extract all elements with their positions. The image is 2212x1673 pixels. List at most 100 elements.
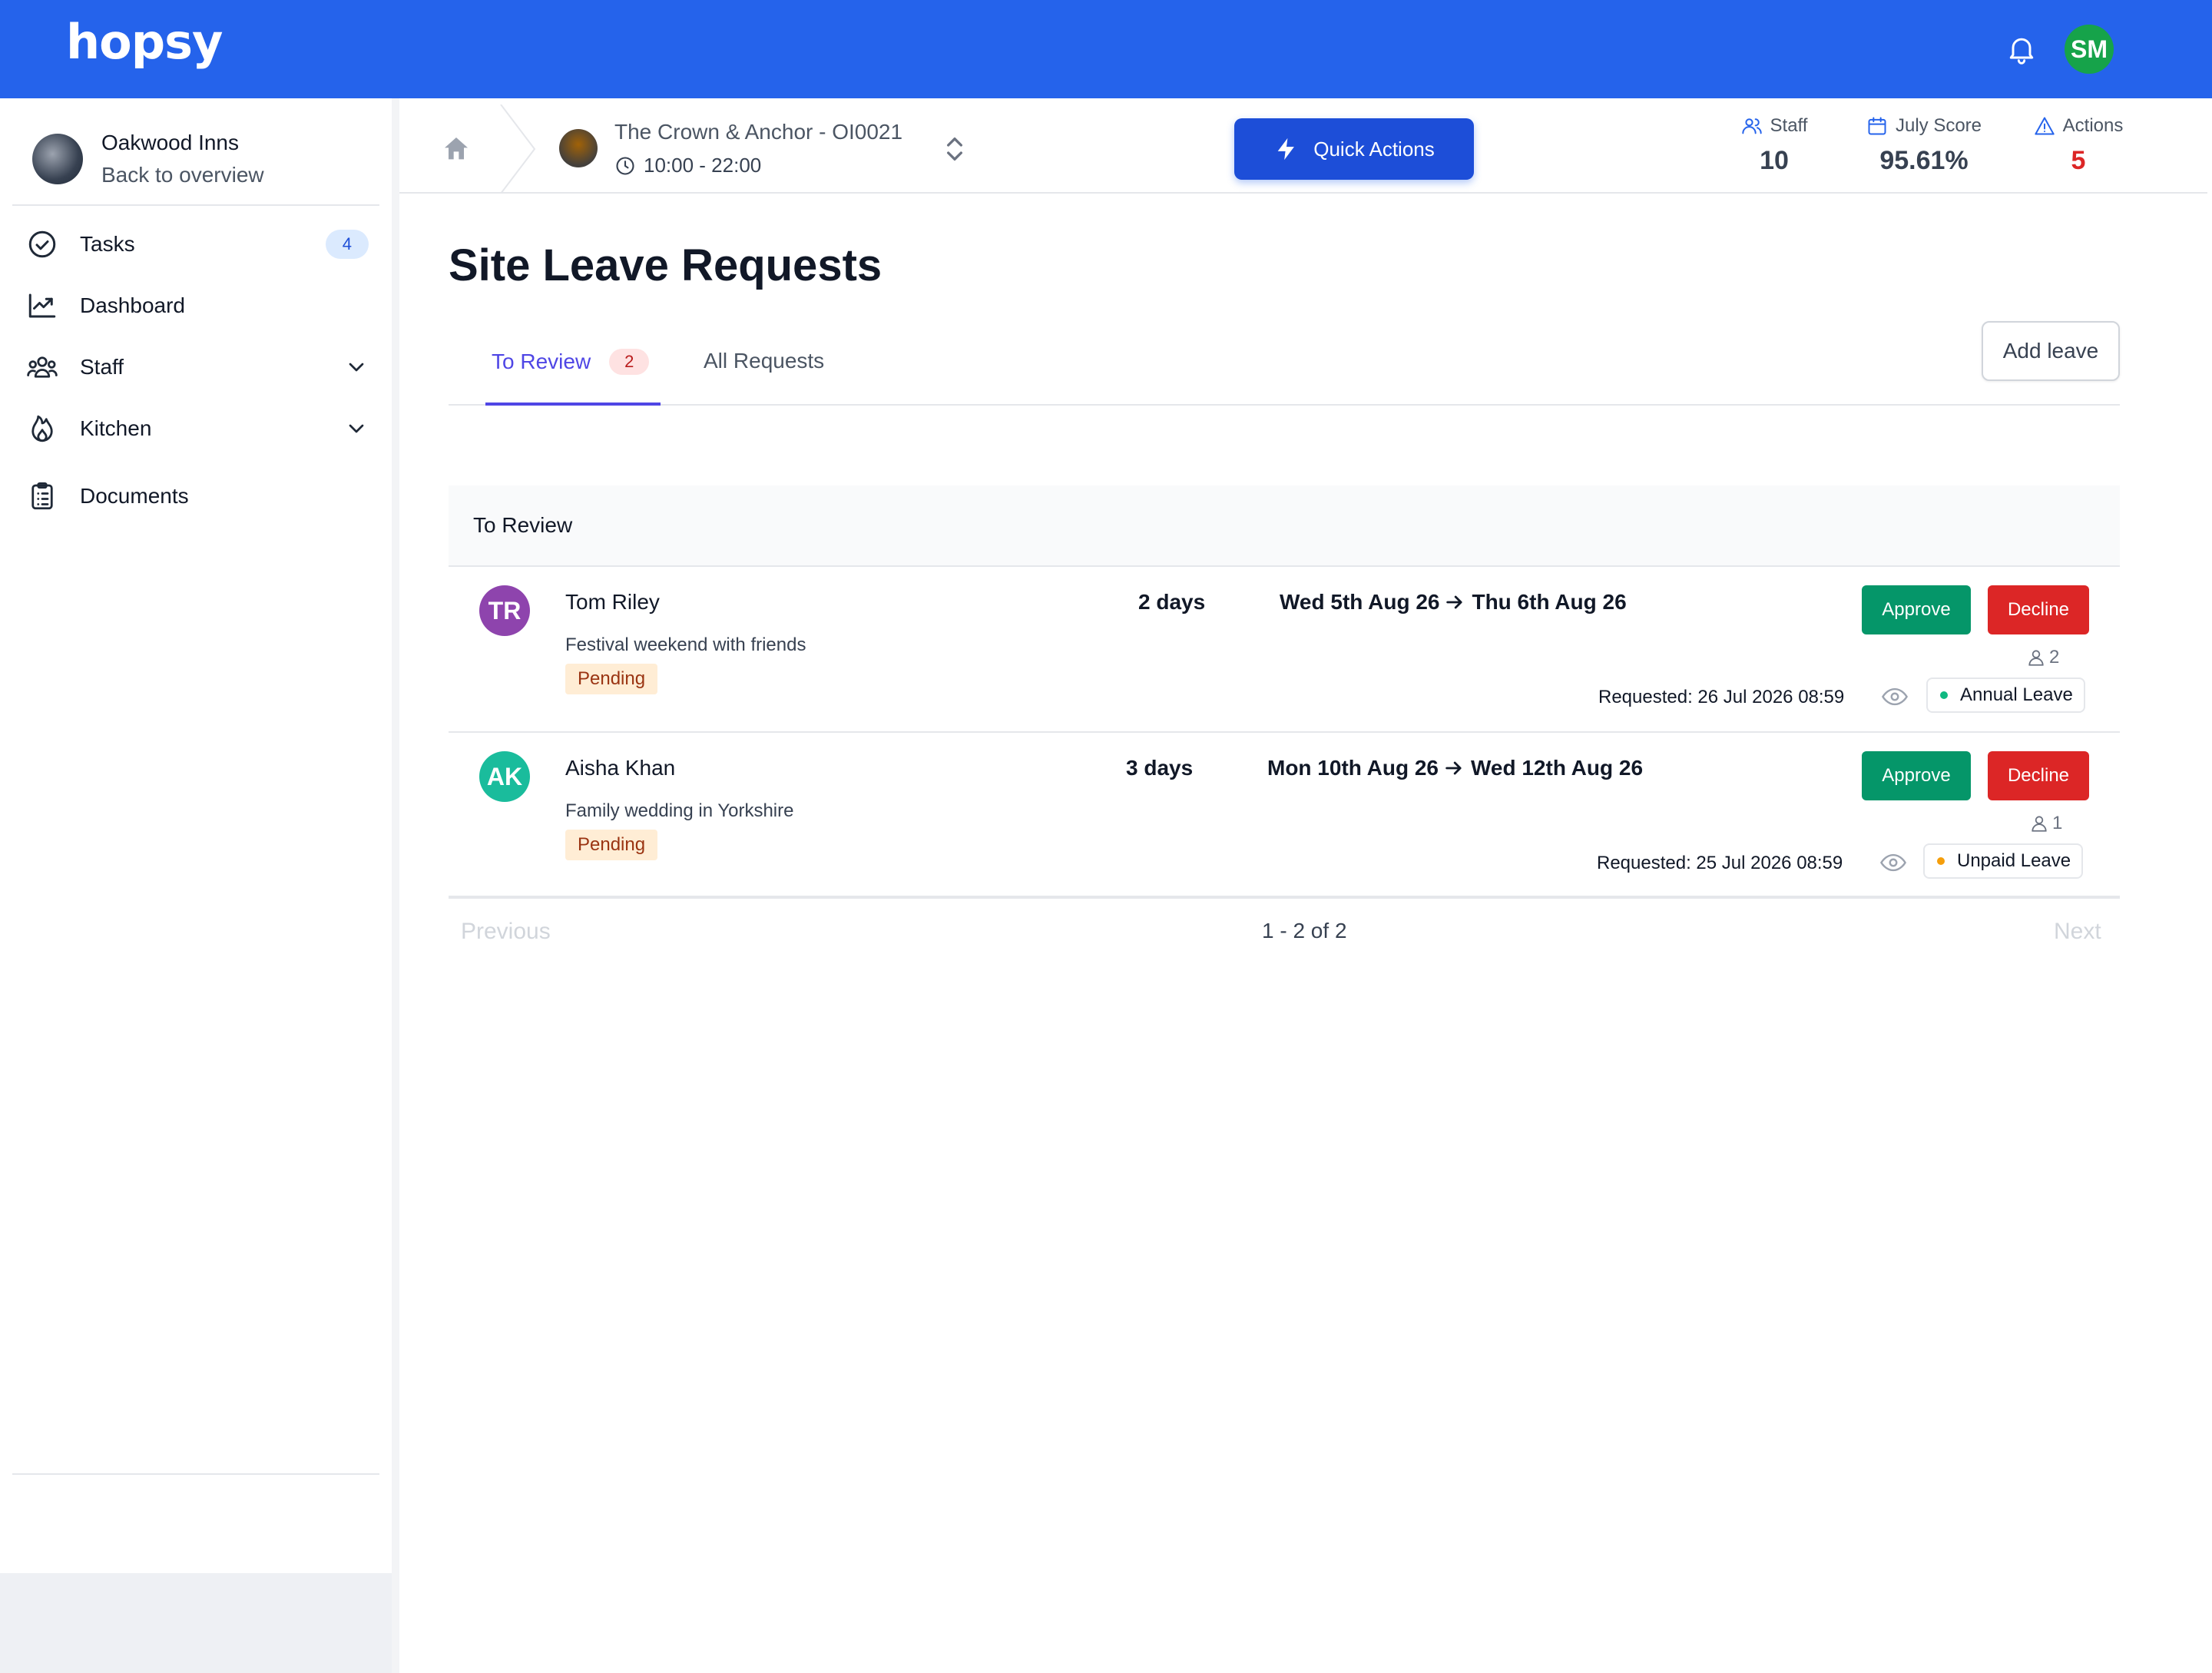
arrow-right-icon (1445, 761, 1462, 775)
next-page-button[interactable]: Next (2054, 919, 2101, 945)
leave-date-range: Wed 5th Aug 26 Thu 6th Aug 26 (1280, 590, 1627, 615)
stat-label: Actions (2062, 115, 2124, 136)
chevron-down-icon[interactable] (344, 416, 369, 441)
users-icon (1741, 118, 1762, 134)
site-header: The Crown & Anchor - OI0021 10:00 - 22:0… (399, 104, 2207, 194)
clipboard-icon (31, 482, 53, 510)
flame-icon (31, 415, 53, 442)
status-badge: Pending (565, 830, 658, 860)
tab-label: To Review (492, 350, 591, 373)
previous-page-button[interactable]: Previous (461, 919, 551, 945)
status-badge: Pending (565, 664, 658, 694)
lightning-icon (1277, 137, 1295, 161)
home-icon[interactable] (441, 134, 472, 164)
end-date: Thu 6th Aug 26 (1472, 590, 1627, 614)
top-bar: hopsy SM (0, 0, 2212, 98)
org-switcher[interactable]: Oakwood Inns Back to overview (32, 131, 264, 187)
calendar-icon (1868, 117, 1886, 135)
bell-icon[interactable] (2005, 31, 2038, 68)
approve-button[interactable]: Approve (1862, 751, 1971, 800)
leave-request-row: AK Aisha Khan Family wedding in Yorkshir… (449, 733, 2120, 899)
decline-button[interactable]: Decline (1988, 751, 2089, 800)
sidebar-item-documents[interactable]: Documents (26, 475, 369, 518)
sidebar-item-label: Dashboard (80, 293, 185, 317)
site-hours-text: 10:00 - 22:00 (644, 154, 762, 177)
leave-request-row: TR Tom Riley Festival weekend with frien… (449, 567, 2120, 733)
employee-name[interactable]: Aisha Khan (565, 756, 675, 780)
list-header: To Review (449, 485, 2120, 567)
tabs: To Review 2 All Requests (449, 338, 2120, 406)
sidebar-footer (0, 1573, 392, 1673)
sidebar-item-dashboard[interactable]: Dashboard (26, 284, 369, 327)
sidebar-divider (12, 1473, 379, 1475)
leave-type-label: Annual Leave (1960, 684, 2073, 705)
employee-name[interactable]: Tom Riley (565, 590, 660, 615)
decline-button[interactable]: Decline (1988, 585, 2089, 634)
sidebar-item-label: Tasks (80, 232, 135, 256)
stat-value: 95.61% (1879, 146, 1969, 175)
stat-label: July Score (1895, 115, 1982, 136)
tab-count-badge: 2 (609, 349, 650, 375)
requested-timestamp: Requested: 25 Jul 2026 08:59 (1597, 853, 1843, 873)
site-selector-icon[interactable] (943, 134, 966, 164)
eye-icon[interactable] (1882, 685, 1908, 708)
tab-label: All Requests (704, 349, 825, 373)
leave-request-list: To Review TR Tom Riley Festival weekend … (449, 485, 2120, 899)
sidebar-item-tasks[interactable]: Tasks 4 (26, 223, 369, 266)
overlap-count-value: 2 (2049, 647, 2060, 668)
app-logo[interactable]: hopsy (66, 14, 223, 70)
avatar: TR (479, 585, 530, 636)
sidebar-item-label: Kitchen (80, 416, 152, 440)
sidebar-edge (392, 98, 399, 1673)
quick-actions-button[interactable]: Quick Actions (1234, 118, 1474, 180)
sidebar-item-kitchen[interactable]: Kitchen (26, 407, 369, 450)
stat-actions[interactable]: Actions 5 (2017, 115, 2140, 176)
avatar: AK (479, 751, 530, 802)
end-date: Wed 12th Aug 26 (1470, 756, 1644, 780)
stat-label: Staff (1770, 115, 1808, 136)
chevron-down-icon[interactable] (344, 355, 369, 379)
add-leave-button[interactable]: Add leave (1982, 321, 2120, 381)
stat-july-score[interactable]: July Score 95.61% (1843, 115, 2005, 176)
overlap-count[interactable]: 1 (2029, 813, 2062, 834)
eye-icon[interactable] (1880, 851, 1906, 874)
leave-duration: 3 days (1126, 756, 1194, 780)
site-hours: 10:00 - 22:00 (614, 154, 761, 177)
leave-date-range: Mon 10th Aug 26 Wed 12th Aug 26 (1267, 756, 1643, 780)
leave-type-badge: Unpaid Leave (1923, 843, 2084, 879)
check-circle-icon (28, 230, 56, 258)
overlap-count[interactable]: 2 (2026, 647, 2059, 668)
site-name[interactable]: The Crown & Anchor - OI0021 (614, 120, 902, 144)
person-icon (2028, 650, 2044, 666)
start-date: Mon 10th Aug 26 (1267, 756, 1439, 780)
start-date: Wed 5th Aug 26 (1280, 590, 1440, 614)
leave-type-label: Unpaid Leave (1957, 850, 2071, 871)
org-logo (32, 134, 83, 184)
breadcrumb-separator (500, 104, 536, 194)
people-icon (27, 356, 58, 378)
sidebar: Oakwood Inns Back to overview Tasks 4 Da… (0, 98, 392, 1573)
stat-value: 10 (1760, 146, 1789, 175)
requested-timestamp: Requested: 26 Jul 2026 08:59 (1598, 687, 1845, 707)
org-name: Oakwood Inns (101, 131, 239, 154)
overlap-count-value: 1 (2052, 813, 2063, 833)
leave-reason: Family wedding in Yorkshire (565, 800, 794, 821)
tasks-count-badge: 4 (325, 230, 369, 259)
leave-type-dot (1940, 691, 1948, 699)
arrow-right-icon (1446, 595, 1463, 609)
active-tab-indicator (485, 403, 661, 406)
sidebar-item-staff[interactable]: Staff (26, 346, 369, 389)
stat-value: 5 (2071, 146, 2086, 175)
clock-icon (616, 156, 634, 175)
person-icon (2032, 816, 2047, 832)
stat-staff[interactable]: Staff 10 (1720, 115, 1828, 176)
approve-button[interactable]: Approve (1862, 585, 1971, 634)
sidebar-item-label: Documents (80, 484, 189, 508)
quick-actions-label: Quick Actions (1313, 137, 1435, 161)
tab-to-review[interactable]: To Review 2 (492, 349, 650, 375)
back-to-overview-link[interactable]: Back to overview (101, 163, 264, 187)
leave-type-badge: Annual Leave (1926, 677, 2085, 713)
warning-icon (2034, 117, 2055, 135)
user-avatar[interactable]: SM (2065, 25, 2114, 74)
tab-all-requests[interactable]: All Requests (704, 349, 824, 373)
